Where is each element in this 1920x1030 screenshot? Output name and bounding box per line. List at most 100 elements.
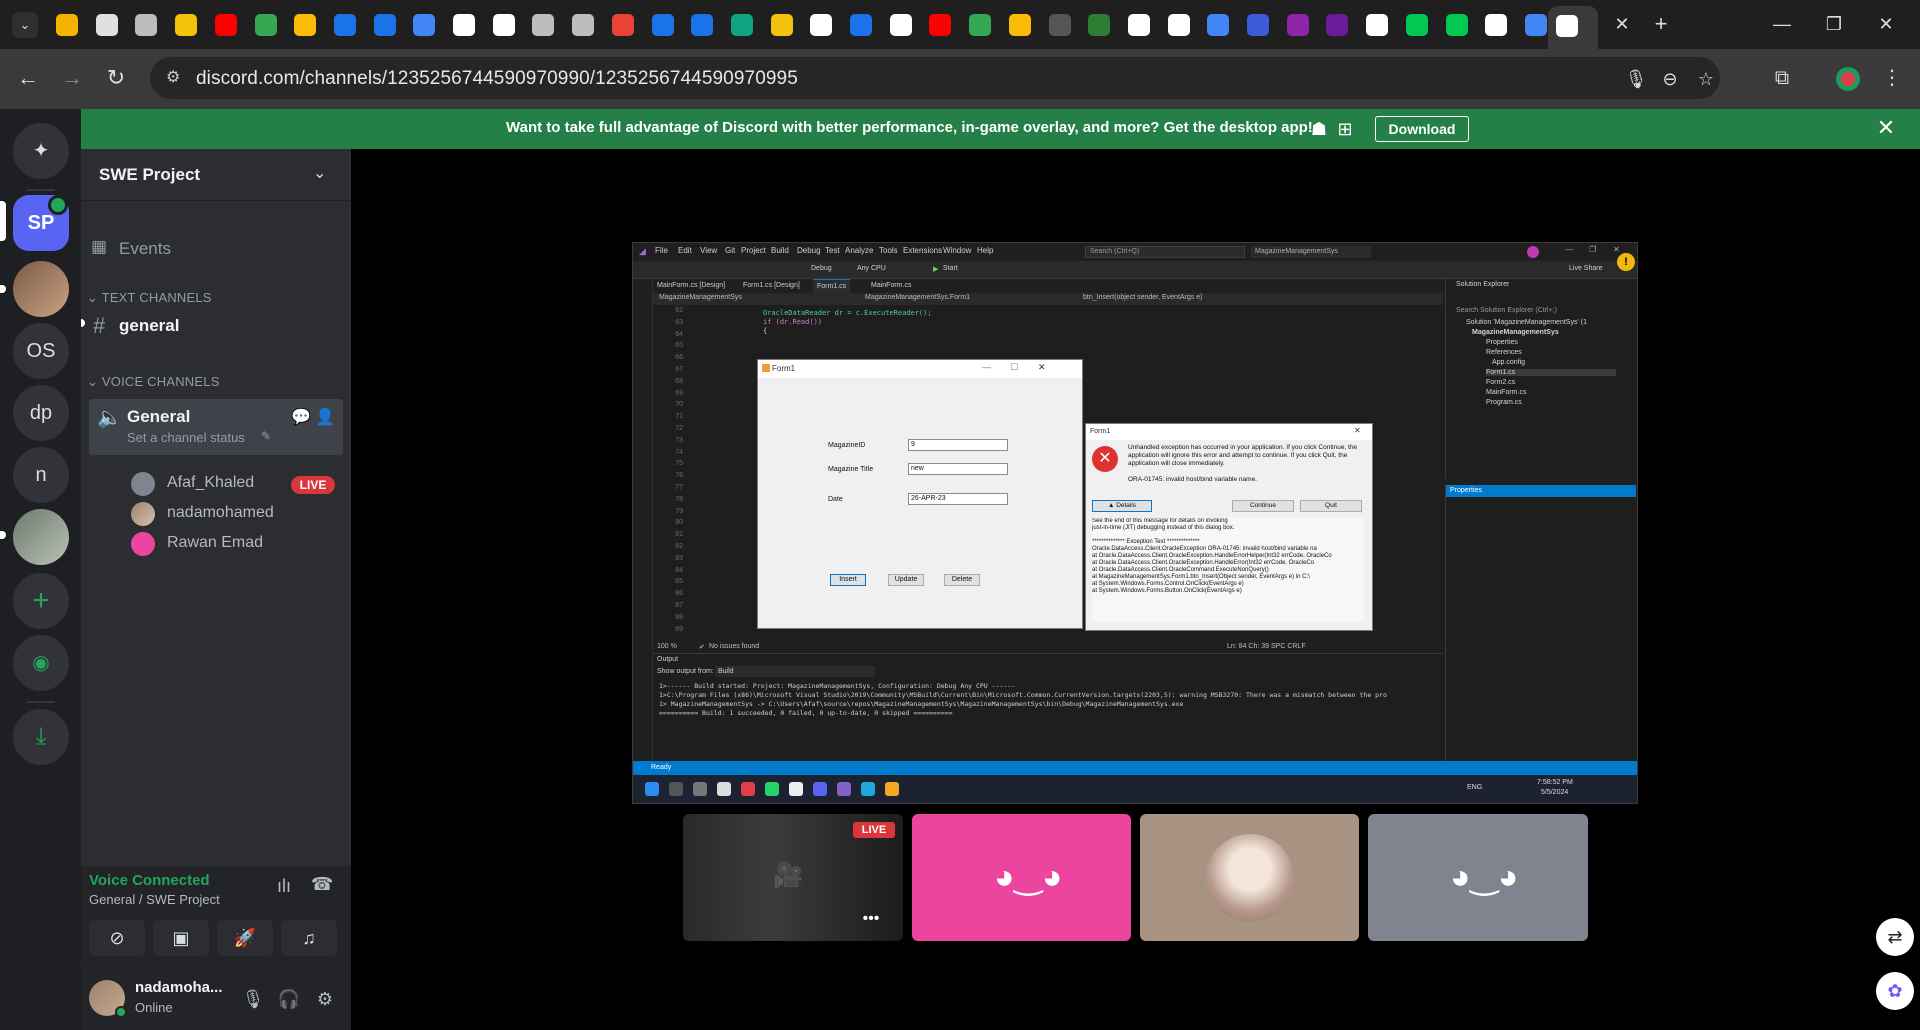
clock-time[interactable]: 7:58:52 PM bbox=[1537, 779, 1573, 786]
server-os[interactable]: OS bbox=[13, 323, 69, 379]
solution-node[interactable]: MainForm.cs bbox=[1486, 389, 1526, 396]
close-icon[interactable]: ✕ bbox=[1354, 426, 1361, 435]
tab-favicon-icon[interactable] bbox=[175, 14, 198, 36]
events-item[interactable]: ▦ Events bbox=[89, 233, 343, 267]
window-close-button[interactable]: ✕ bbox=[1866, 10, 1906, 40]
magazine-id-combo[interactable]: 9 bbox=[908, 439, 1008, 451]
vs-menu-item[interactable]: Git bbox=[725, 246, 735, 255]
voice-user-rawan[interactable]: Rawan Emad bbox=[131, 529, 341, 559]
solution-node[interactable]: MagazineManagementSys bbox=[1472, 329, 1559, 336]
windows-start-icon[interactable] bbox=[645, 782, 659, 796]
download-apps-icon[interactable]: ⤓ bbox=[13, 709, 69, 765]
guild-header[interactable]: SWE Project ⌄ bbox=[81, 149, 351, 201]
details-button[interactable]: ▲ Details bbox=[1092, 500, 1152, 512]
tab-favicon-icon[interactable] bbox=[1524, 14, 1547, 36]
tab-favicon-icon[interactable] bbox=[413, 14, 436, 36]
noise-suppression-icon[interactable]: ılı bbox=[277, 876, 291, 897]
channel-status-placeholder[interactable]: Set a channel status bbox=[127, 430, 245, 445]
tab-favicon-icon[interactable] bbox=[969, 14, 992, 36]
tab-favicon-icon[interactable] bbox=[453, 14, 475, 36]
tab-favicon-icon[interactable] bbox=[532, 14, 555, 36]
tab-favicon-icon[interactable] bbox=[1008, 14, 1031, 36]
tab-favicon-icon[interactable] bbox=[1207, 14, 1230, 36]
vs-menu-item[interactable]: File bbox=[655, 246, 668, 255]
vs-search-input[interactable]: Search (Ctrl+Q) bbox=[1085, 246, 1245, 258]
minimize-icon[interactable]: — bbox=[982, 362, 991, 372]
extensions-icon[interactable]: ⧉ bbox=[1768, 65, 1796, 93]
participant-tile-rawan[interactable]: ◕‿◕ bbox=[912, 814, 1131, 941]
vs-menu-item[interactable]: Extensions bbox=[903, 246, 942, 255]
tab-favicon-icon[interactable] bbox=[651, 14, 674, 36]
tab-close-icon[interactable]: ✕ bbox=[1610, 13, 1634, 37]
microphone-icon[interactable]: 🎙 bbox=[1624, 68, 1648, 92]
tab-favicon-icon[interactable] bbox=[1366, 14, 1389, 36]
solution-node-selected[interactable]: Form1.cs bbox=[1486, 369, 1616, 376]
continue-button[interactable]: Continue bbox=[1232, 500, 1294, 512]
server-avatar-photo[interactable] bbox=[13, 261, 69, 317]
vs-menu-item[interactable]: Build bbox=[771, 246, 789, 255]
banner-close-icon[interactable]: ✕ bbox=[1875, 117, 1897, 139]
chat-bubble-icon[interactable]: 💬 bbox=[291, 407, 311, 427]
tab-favicon-icon[interactable] bbox=[294, 14, 317, 36]
app-icon[interactable] bbox=[885, 782, 899, 796]
camera-off-icon[interactable]: ⊘ bbox=[89, 920, 145, 956]
tab-favicon-icon[interactable] bbox=[492, 14, 515, 36]
tab-favicon-icon[interactable] bbox=[1485, 14, 1508, 36]
add-server-icon[interactable]: + bbox=[13, 573, 69, 629]
browser-menu-icon[interactable]: ⋮ bbox=[1878, 65, 1906, 93]
tab-favicon-icon[interactable] bbox=[333, 14, 356, 36]
headphones-icon[interactable]: 🎧 bbox=[275, 986, 303, 1014]
user-name[interactable]: nadamoha... bbox=[135, 979, 223, 996]
vs-doc-tab[interactable]: MainForm.cs bbox=[867, 279, 915, 293]
invite-user-icon[interactable]: 👤 bbox=[315, 407, 335, 427]
form1-window[interactable]: Form1 — ☐ ✕ MagazineID 9 Magazine Title … bbox=[757, 359, 1083, 629]
tab-favicon-icon[interactable] bbox=[1127, 14, 1150, 36]
download-button[interactable]: Download bbox=[1375, 116, 1469, 142]
insert-button[interactable]: Insert bbox=[830, 574, 866, 586]
tab-favicon-icon[interactable] bbox=[850, 14, 872, 36]
tab-favicon-icon[interactable] bbox=[929, 14, 952, 36]
participant-tile-nadamohamed[interactable] bbox=[1140, 814, 1359, 941]
tab-favicon-icon[interactable] bbox=[810, 14, 833, 36]
participant-tile-afaf[interactable]: ◕‿◕ bbox=[1368, 814, 1588, 941]
tab-favicon-icon[interactable] bbox=[572, 14, 595, 36]
translate-icon[interactable]: ⇄ bbox=[1876, 918, 1914, 956]
clock-date[interactable]: 5/5/2024 bbox=[1541, 789, 1568, 796]
vs-nav-project[interactable]: MagazineManagementSys bbox=[659, 294, 742, 301]
chevron-down-icon[interactable]: ⌄ bbox=[313, 163, 326, 183]
window-restore-button[interactable]: ❐ bbox=[1814, 10, 1854, 40]
new-tab-button[interactable]: + bbox=[1648, 12, 1674, 38]
server-dp[interactable]: dp bbox=[13, 385, 69, 441]
delete-button[interactable]: Delete bbox=[944, 574, 980, 586]
solution-node[interactable]: Properties bbox=[1486, 339, 1518, 346]
edge-icon[interactable] bbox=[861, 782, 875, 796]
vs-minimize-icon[interactable]: — bbox=[1565, 245, 1573, 254]
tab-favicon-icon[interactable] bbox=[1326, 14, 1349, 36]
solution-node[interactable]: Solution 'MagazineManagementSys' (1 bbox=[1466, 319, 1587, 326]
close-icon[interactable]: ✕ bbox=[1038, 362, 1046, 373]
vs-live-share[interactable]: Live Share bbox=[1569, 265, 1602, 272]
vs-config-dropdown[interactable]: Debug bbox=[811, 265, 832, 272]
vs-start-button[interactable]: Start bbox=[943, 265, 958, 272]
vs-solution-search[interactable]: Search Solution Explorer (Ctrl+;) bbox=[1456, 307, 1557, 314]
visual-studio-icon[interactable] bbox=[837, 782, 851, 796]
voice-location[interactable]: General / SWE Project bbox=[89, 892, 220, 907]
profile-avatar[interactable] bbox=[1836, 67, 1860, 91]
tab-search-button[interactable]: ⌄ bbox=[12, 12, 38, 38]
microphone-icon[interactable]: 🎙 bbox=[239, 986, 267, 1014]
vs-nav-class[interactable]: MagazineManagementSys.Form1 bbox=[865, 294, 970, 301]
soundboard-icon[interactable]: ♫ bbox=[281, 920, 337, 956]
vs-menu-item[interactable]: Project bbox=[741, 246, 766, 255]
forward-arrow-icon[interactable]: → bbox=[58, 65, 86, 93]
vs-menu-item[interactable]: Analyze bbox=[845, 246, 873, 255]
vs-zoom-level[interactable]: 100 % bbox=[657, 643, 677, 650]
more-options-icon[interactable]: ••• bbox=[857, 910, 885, 930]
settings-gear-icon[interactable]: ⚙ bbox=[311, 986, 339, 1014]
discord-home-icon[interactable]: ✦ bbox=[13, 123, 69, 179]
task-view-icon[interactable] bbox=[693, 782, 707, 796]
exception-details-text[interactable]: See the end of this message for details … bbox=[1092, 518, 1364, 622]
vs-start-icon[interactable]: ▶ bbox=[933, 265, 938, 273]
opera-icon[interactable] bbox=[741, 782, 755, 796]
disconnect-icon[interactable]: ☎ bbox=[311, 874, 333, 895]
channel-general[interactable]: # general bbox=[89, 309, 343, 343]
